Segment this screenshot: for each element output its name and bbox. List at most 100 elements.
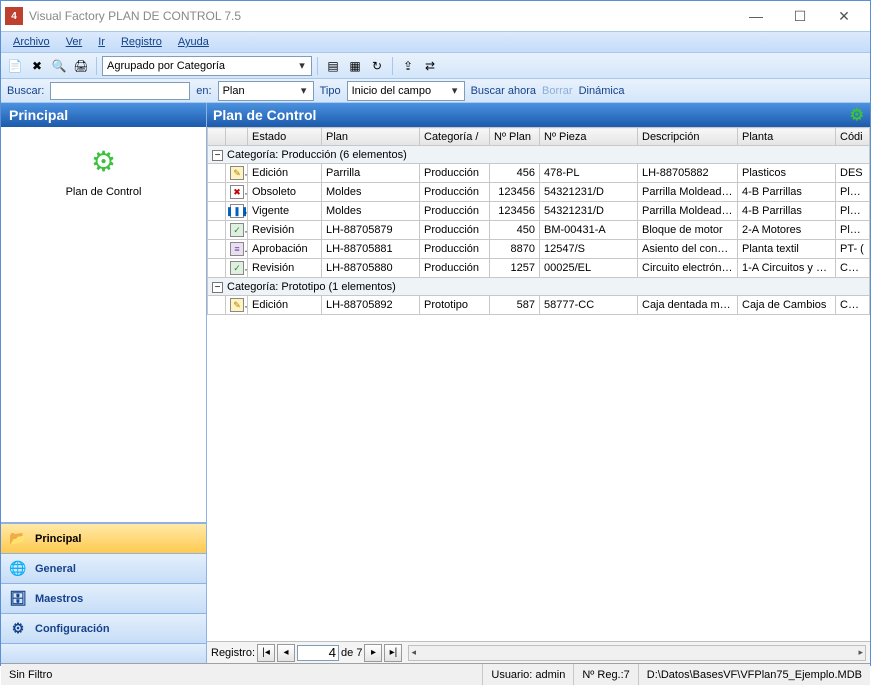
cell: ✖ bbox=[226, 183, 248, 202]
nav-next-button[interactable]: ▸ bbox=[364, 644, 382, 662]
cell: Aprobación bbox=[248, 240, 322, 259]
cell bbox=[208, 240, 226, 259]
nav-last-button[interactable]: ▸| bbox=[384, 644, 402, 662]
col-header-plan[interactable]: Plan bbox=[322, 128, 420, 146]
grid-body: Estado Plan Categoría / Nº Plan Nº Pieza… bbox=[207, 127, 870, 641]
search-now-link[interactable]: Buscar ahora bbox=[471, 85, 536, 97]
cell: 54321231/D bbox=[540, 183, 638, 202]
search-dynamic-link[interactable]: Dinámica bbox=[579, 85, 625, 97]
col-header-categoria[interactable]: Categoría / bbox=[420, 128, 490, 146]
new-icon[interactable]: 📄 bbox=[5, 56, 25, 76]
cell: 587 bbox=[490, 296, 540, 315]
app-icon: 4 bbox=[5, 7, 23, 25]
nav-section-general[interactable]: 🌐 General bbox=[1, 553, 206, 583]
print-icon[interactable]: 🖨 bbox=[71, 56, 91, 76]
cell: Plasticos bbox=[738, 164, 836, 183]
cell: 12547/S bbox=[540, 240, 638, 259]
record-label: Registro: bbox=[211, 647, 255, 659]
status-icon: ✎ bbox=[230, 166, 244, 180]
maximize-button[interactable]: ☐ bbox=[778, 2, 822, 30]
menu-ayuda[interactable]: Ayuda bbox=[170, 34, 217, 50]
table-row[interactable]: ✎EdiciónParrillaProducción456478-PLLH-88… bbox=[208, 164, 870, 183]
cell: Producción bbox=[420, 183, 490, 202]
table-row[interactable]: ✓RevisiónLH-88705880Producción125700025/… bbox=[208, 259, 870, 278]
nav-first-button[interactable]: |◂ bbox=[257, 644, 275, 662]
cell: 450 bbox=[490, 221, 540, 240]
nav-section-label: Principal bbox=[35, 533, 81, 545]
col-header-estado[interactable]: Estado bbox=[248, 128, 322, 146]
cell: Caja de Cambios bbox=[738, 296, 836, 315]
search-label: Buscar: bbox=[7, 85, 44, 97]
close-button[interactable]: ✕ bbox=[822, 2, 866, 30]
grid-panel: Plan de Control ⚙ Estado Plan Categoría … bbox=[207, 103, 870, 663]
cell: Edición bbox=[248, 296, 322, 315]
window-title: Visual Factory PLAN DE CONTROL 7.5 bbox=[29, 9, 734, 23]
table-row[interactable]: ✓RevisiónLH-88705879Producción450BM-0043… bbox=[208, 221, 870, 240]
table-row[interactable]: ✖ObsoletoMoldesProducción12345654321231/… bbox=[208, 183, 870, 202]
link-icon[interactable]: ⇄ bbox=[420, 56, 440, 76]
content-area: Principal ⚙ Plan de Control 📂 Principal … bbox=[1, 103, 870, 663]
nav-prev-button[interactable]: ◂ bbox=[277, 644, 295, 662]
cell bbox=[208, 202, 226, 221]
record-of-label: de 7 bbox=[341, 647, 362, 659]
view-form-icon[interactable]: ▦ bbox=[345, 56, 365, 76]
refresh-icon[interactable]: ↻ bbox=[367, 56, 387, 76]
cell: Asiento del condu... bbox=[638, 240, 738, 259]
cell: Bloque de motor bbox=[638, 221, 738, 240]
cell: ✓ bbox=[226, 221, 248, 240]
col-header-nplan[interactable]: Nº Plan bbox=[490, 128, 540, 146]
search-input[interactable] bbox=[50, 82, 190, 100]
col-header-planta[interactable]: Planta bbox=[738, 128, 836, 146]
collapse-icon[interactable]: − bbox=[212, 150, 223, 161]
export-icon[interactable]: ⇪ bbox=[398, 56, 418, 76]
search-icon[interactable]: 🔍 bbox=[49, 56, 69, 76]
cell: Producción bbox=[420, 259, 490, 278]
cell: 1257 bbox=[490, 259, 540, 278]
sidebar-body-label[interactable]: Plan de Control bbox=[66, 186, 142, 198]
collapse-icon[interactable]: − bbox=[212, 282, 223, 293]
search-en-label: en: bbox=[196, 85, 211, 97]
cell: ✎ bbox=[226, 164, 248, 183]
group-row[interactable]: −Categoría: Prototipo (1 elementos) bbox=[208, 278, 870, 296]
cell: Producción bbox=[420, 240, 490, 259]
record-current-input[interactable] bbox=[297, 645, 339, 661]
search-type-combo[interactable]: Inicio del campo▾ bbox=[347, 81, 465, 101]
nav-section-principal[interactable]: 📂 Principal bbox=[1, 523, 206, 553]
menu-registro[interactable]: Registro bbox=[113, 34, 170, 50]
nav-section-maestros[interactable]: 🗄 Maestros bbox=[1, 583, 206, 613]
table-row[interactable]: ≡AprobaciónLH-88705881Producción88701254… bbox=[208, 240, 870, 259]
col-header[interactable] bbox=[226, 128, 248, 146]
toolbar: 📄 ✖ 🔍 🖨 Agrupado por Categoría ▾ ▤ ▦ ↻ ⇪… bbox=[1, 53, 870, 79]
col-header[interactable] bbox=[208, 128, 226, 146]
nav-section-label: Configuración bbox=[35, 623, 110, 635]
col-header-npieza[interactable]: Nº Pieza bbox=[540, 128, 638, 146]
cell: 00025/EL bbox=[540, 259, 638, 278]
cell: LH-88705882 bbox=[638, 164, 738, 183]
cell: Revisión bbox=[248, 221, 322, 240]
gear-icon[interactable]: ⚙ bbox=[91, 145, 116, 178]
cell: Plant bbox=[836, 183, 870, 202]
cell: Producción bbox=[420, 164, 490, 183]
view-list-icon[interactable]: ▤ bbox=[323, 56, 343, 76]
horizontal-scrollbar[interactable]: ◂▸ bbox=[408, 645, 866, 661]
minimize-button[interactable]: — bbox=[734, 2, 778, 30]
table-row[interactable]: ❚❚❚VigenteMoldesProducción12345654321231… bbox=[208, 202, 870, 221]
cell: LH-88705880 bbox=[322, 259, 420, 278]
table-row[interactable]: ✎EdiciónLH-88705892Prototipo58758777-CCC… bbox=[208, 296, 870, 315]
search-field-combo[interactable]: Plan▾ bbox=[218, 81, 314, 101]
search-tipo-label: Tipo bbox=[320, 85, 341, 97]
nav-section-configuracion[interactable]: ⚙ Configuración bbox=[1, 613, 206, 643]
search-clear-link[interactable]: Borrar bbox=[542, 85, 573, 97]
chevron-down-icon: ▾ bbox=[295, 59, 309, 72]
menu-ver[interactable]: Ver bbox=[58, 34, 91, 50]
col-header-codigo[interactable]: Códi bbox=[836, 128, 870, 146]
col-header-descripcion[interactable]: Descripción bbox=[638, 128, 738, 146]
menu-ir[interactable]: Ir bbox=[90, 34, 113, 50]
menu-archivo[interactable]: Archivo bbox=[5, 34, 58, 50]
delete-icon[interactable]: ✖ bbox=[27, 56, 47, 76]
status-icon: ✓ bbox=[230, 261, 244, 275]
status-nreg: Nº Reg.:7 bbox=[574, 664, 638, 685]
group-row[interactable]: −Categoría: Producción (6 elementos) bbox=[208, 146, 870, 164]
group-by-combo[interactable]: Agrupado por Categoría ▾ bbox=[102, 56, 312, 76]
gear-icon[interactable]: ⚙ bbox=[850, 105, 864, 125]
